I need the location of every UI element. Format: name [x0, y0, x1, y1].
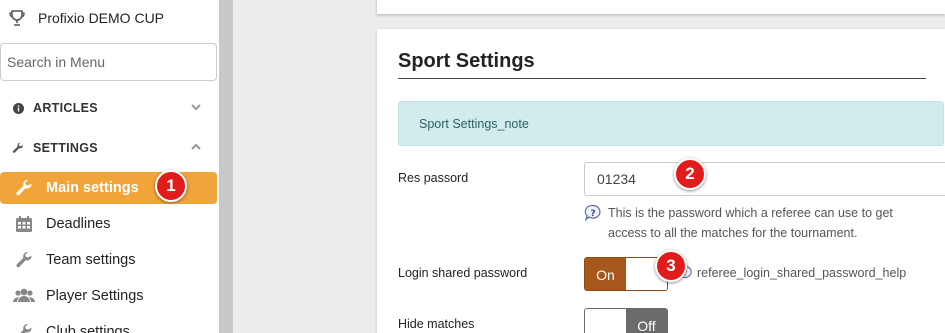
chevron-up-icon[interactable] — [190, 141, 202, 156]
sidebar-item-label: Main settings — [46, 180, 139, 196]
card-title: Sport Settings — [398, 50, 535, 72]
step-badge-1: 1 — [155, 170, 187, 202]
users-icon — [13, 287, 35, 305]
chevron-down-icon[interactable] — [190, 101, 202, 116]
wrench-icon — [13, 251, 35, 269]
section-settings[interactable]: SETTINGS — [0, 136, 217, 160]
sport-settings-card: Sport Settings Sport Settings_note Res p… — [377, 29, 945, 333]
sidebar-item-label: Club settings — [46, 324, 130, 333]
question-icon: ? — [584, 204, 602, 222]
res-password-input[interactable] — [585, 163, 945, 195]
sidebar-item-label: Deadlines — [46, 216, 111, 232]
section-articles-label: ARTICLES — [33, 101, 98, 115]
res-password-field[interactable] — [584, 162, 945, 196]
toggle-off-label: Off — [626, 309, 667, 333]
sidebar-item-label: Team settings — [46, 252, 136, 268]
toggle-knob — [585, 309, 626, 333]
previous-card — [377, 0, 945, 14]
sidebar-item-team-settings[interactable]: Team settings — [0, 244, 217, 276]
calendar-icon — [13, 215, 35, 233]
sidebar-item-player-settings[interactable]: Player Settings — [0, 280, 217, 312]
login-shared-password-help: ? referee_login_shared_password_help — [677, 265, 906, 281]
note-text: Sport Settings_note — [419, 116, 529, 131]
svg-text:?: ? — [590, 209, 595, 219]
section-settings-label: SETTINGS — [33, 141, 98, 155]
wrench-icon — [13, 179, 35, 197]
section-articles[interactable]: ARTICLES — [0, 96, 217, 120]
sidebar-scrollbar[interactable] — [219, 0, 233, 333]
help-text: referee_login_shared_password_help — [697, 266, 907, 280]
sidebar-item-deadlines[interactable]: Deadlines — [0, 208, 217, 240]
app-title-text: Profixio DEMO CUP — [38, 10, 165, 26]
step-badge-3: 3 — [655, 250, 687, 282]
sidebar-item-label: Player Settings — [46, 288, 144, 304]
sport-settings-note: Sport Settings_note — [398, 101, 944, 146]
hide-matches-label: Hide matches — [398, 317, 475, 331]
app-title[interactable]: Profixio DEMO CUP — [8, 8, 164, 28]
info-circle-icon — [12, 102, 24, 114]
res-password-label: Res passord — [398, 171, 469, 185]
sidebar: Profixio DEMO CUP ARTICLES SETTINGS Main… — [0, 0, 219, 333]
search-menu-field[interactable] — [0, 43, 217, 81]
res-password-help: ? This is the password which a referee c… — [584, 203, 924, 243]
search-input[interactable] — [1, 44, 216, 80]
wrench-icon — [13, 323, 35, 333]
wrench-icon — [12, 142, 24, 154]
toggle-on-label: On — [585, 258, 626, 290]
title-divider — [398, 78, 926, 79]
trophy-icon — [8, 9, 26, 27]
hide-matches-toggle[interactable]: Off — [584, 308, 668, 333]
help-text: This is the password which a referee can… — [608, 206, 893, 240]
login-shared-password-label: Login shared password — [398, 266, 528, 280]
step-badge-2: 2 — [674, 158, 706, 190]
sidebar-item-club-settings[interactable]: Club settings — [0, 316, 217, 333]
